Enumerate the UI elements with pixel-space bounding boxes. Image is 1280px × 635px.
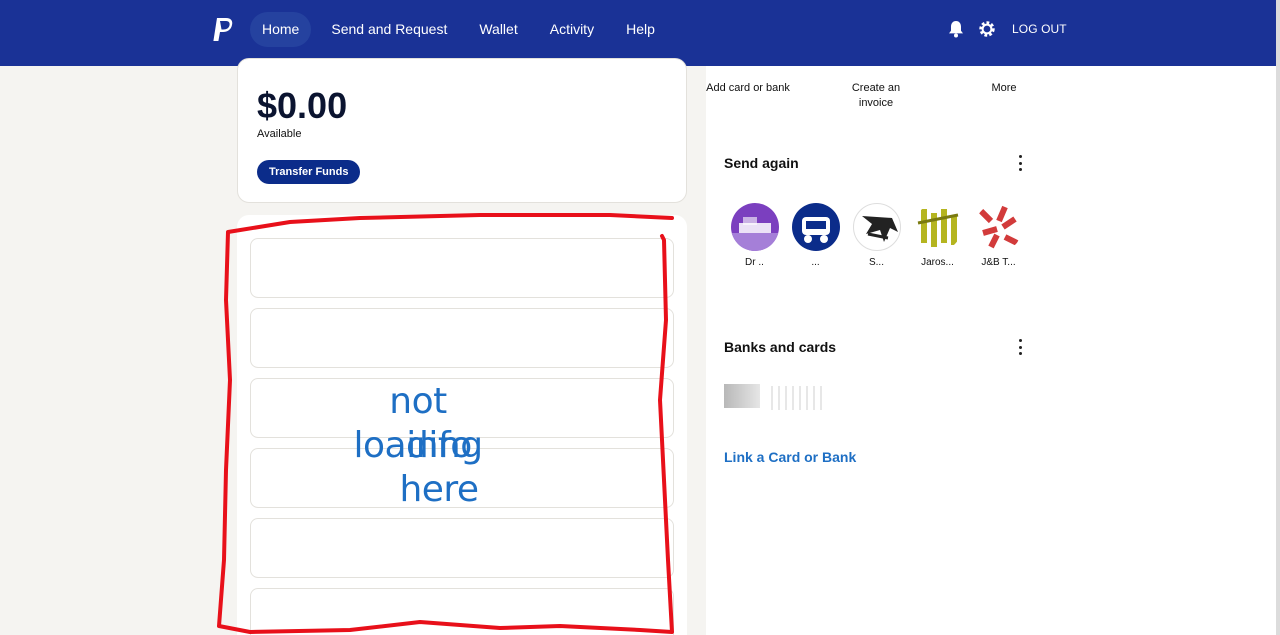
nav-activity[interactable]: Activity (538, 12, 606, 47)
bank-card-details-redacted (766, 386, 826, 410)
contact-name: J&B T... (981, 257, 1016, 268)
create-invoice-action[interactable]: Create an invoice (790, 81, 962, 111)
bank-card-thumbnail[interactable] (724, 384, 760, 408)
top-navigation-bar: Home Send and Request Wallet Activity He… (0, 0, 1276, 66)
list-item[interactable] (250, 308, 674, 368)
balance-amount: $0.00 (257, 85, 348, 126)
page-scrollbar[interactable] (1276, 0, 1280, 635)
quick-actions: Add card or bank Create an invoice More (706, 81, 1046, 111)
add-card-or-bank-action[interactable]: Add card or bank (706, 81, 790, 111)
balance-available-label: Available (257, 128, 302, 140)
contact-item[interactable]: S... (846, 203, 907, 268)
paypal-logo[interactable] (211, 17, 235, 43)
transfer-funds-button[interactable]: Transfer Funds (257, 160, 361, 184)
contact-item[interactable]: J&B T... (968, 203, 1029, 268)
avatar (730, 203, 779, 251)
contact-item[interactable]: ... (785, 203, 846, 268)
annotation-text-line2: info here (399, 425, 479, 510)
link-card-or-bank-link[interactable]: Link a Card or Bank (724, 449, 856, 465)
nav-send-and-request[interactable]: Send and Request (319, 12, 459, 47)
contact-name: ... (811, 257, 820, 268)
avatar (852, 203, 901, 251)
main-nav: Home Send and Request Wallet Activity He… (250, 12, 675, 47)
nav-home[interactable]: Home (250, 12, 312, 47)
banks-menu-icon[interactable] (1014, 339, 1026, 355)
more-action[interactable]: More (962, 81, 1046, 111)
avatar (913, 203, 962, 251)
contact-name: Jaros... (921, 257, 954, 268)
contact-name: S... (868, 257, 884, 268)
avatar (791, 203, 840, 251)
contact-name: Dr .. (745, 257, 764, 268)
avatar (974, 203, 1023, 251)
list-item[interactable] (250, 518, 674, 578)
contact-item[interactable]: Dr .. (724, 203, 785, 268)
balance-card: $0.00 Available Transfer Funds (237, 58, 687, 203)
list-item[interactable] (250, 588, 674, 635)
logout-link[interactable]: LOG OUT (1012, 22, 1067, 36)
send-again-contacts: Dr .. ... S... Jaros... J&B T... (724, 203, 1029, 268)
send-again-title: Send again (724, 155, 799, 171)
list-item[interactable] (250, 238, 674, 298)
gear-icon[interactable] (977, 19, 997, 39)
bell-icon[interactable] (946, 19, 966, 39)
banks-and-cards-title: Banks and cards (724, 339, 837, 355)
nav-help[interactable]: Help (614, 12, 667, 47)
contact-item[interactable]: Jaros... (907, 203, 968, 268)
right-panel: Add card or bank Create an invoice More … (706, 66, 1276, 635)
nav-wallet[interactable]: Wallet (467, 12, 529, 47)
send-again-menu-icon[interactable] (1014, 155, 1026, 171)
